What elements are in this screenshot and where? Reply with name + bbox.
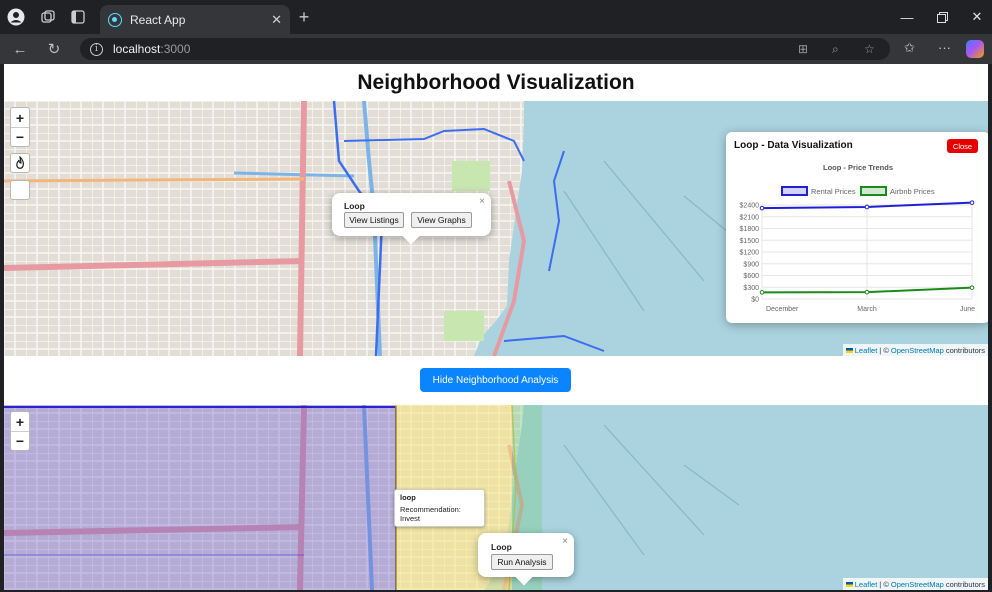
analysis-popup-close-icon[interactable]: × [562, 536, 568, 547]
restore-icon[interactable] [930, 6, 954, 28]
data-point [759, 290, 765, 295]
reload-icon[interactable]: ↻ [44, 39, 64, 59]
analysis-zoom-control: + − [10, 411, 30, 451]
data-point [759, 205, 765, 211]
map-popup: × Loop View Listings View Graphs [332, 193, 491, 245]
profile-icon[interactable] [6, 7, 26, 27]
leaflet-link[interactable]: Leaflet [855, 346, 878, 355]
data-point [864, 289, 870, 295]
view-listings-button[interactable]: View Listings [344, 212, 404, 228]
analysis-zoom-in-button[interactable]: + [11, 412, 29, 431]
layer-control[interactable] [10, 180, 30, 200]
popup-close-icon[interactable]: × [479, 196, 485, 207]
analysis-map-attribution: Leaflet | © OpenStreetMap contributors [842, 578, 988, 590]
tab-react-app[interactable]: React App ✕ [100, 5, 290, 34]
tooltip-recommendation: Recommendation: Invest [400, 505, 461, 523]
heatmap-toggle[interactable] [10, 153, 30, 173]
ukraine-flag-icon [845, 581, 853, 587]
y-tick-label: $1500 [740, 238, 760, 245]
ukraine-flag-icon [845, 347, 853, 353]
y-tick-label: $0 [751, 297, 759, 304]
osm-link[interactable]: OpenStreetMap [891, 580, 944, 589]
chart-title: Loop - Price Trends [823, 163, 893, 172]
zoom-control: + − [10, 107, 30, 147]
react-icon [108, 12, 122, 27]
attribution-contributors: contributors [945, 345, 985, 355]
analysis-popup-title: Loop [491, 542, 512, 552]
zoom-in-button[interactable]: + [11, 108, 29, 127]
run-analysis-button[interactable]: Run Analysis [491, 554, 553, 570]
analysis-zoom-out-button[interactable]: − [11, 431, 29, 450]
browser-titlebar: React App ✕ + — ✕ [0, 0, 992, 34]
x-tick-label: June [960, 306, 975, 313]
app-available-icon[interactable]: ⊞ [798, 42, 808, 56]
legend-label-1: Airbnb Prices [890, 187, 935, 196]
leaflet-link[interactable]: Leaflet [855, 580, 878, 589]
browser-toolbar: ← ↻ i localhost :3000 ⊞ ⌕ ☆ ✩ ··· [0, 34, 992, 64]
y-tick-label: $1200 [740, 250, 760, 257]
address-bar[interactable]: i localhost :3000 ⊞ ⌕ ☆ [80, 38, 890, 60]
neighborhood-tooltip: loop Recommendation: Invest [394, 489, 485, 527]
tooltip-name: loop [400, 493, 416, 502]
popup-title: Loop [344, 201, 365, 211]
osm-link[interactable]: OpenStreetMap [891, 346, 944, 355]
back-icon[interactable]: ← [10, 39, 30, 59]
minimize-icon[interactable]: — [895, 6, 919, 28]
legend-label-0: Rental Prices [811, 187, 856, 196]
copilot-icon[interactable] [966, 40, 984, 58]
url-port: :3000 [160, 42, 191, 56]
attribution-separator: | © [879, 345, 889, 355]
data-point [969, 285, 975, 290]
zoom-icon[interactable]: ⌕ [832, 42, 839, 57]
more-menu-icon[interactable]: ··· [938, 40, 951, 55]
y-tick-label: $600 [743, 273, 759, 280]
y-tick-label: $1800 [740, 226, 760, 233]
close-window-icon[interactable]: ✕ [965, 6, 989, 28]
map-attribution: Leaflet | © OpenStreetMap contributors [842, 344, 988, 356]
view-graphs-button[interactable]: View Graphs [411, 212, 472, 228]
workspaces-icon[interactable] [38, 7, 58, 27]
page-title: Neighborhood Visualization [357, 71, 635, 94]
x-tick-label: December [766, 306, 799, 313]
info-icon[interactable]: i [90, 42, 103, 56]
url-host: localhost [113, 42, 161, 56]
page-header: Neighborhood Visualization [4, 64, 988, 101]
analysis-popup: × Loop Run Analysis [478, 533, 574, 586]
analysis-map[interactable]: + − loop Recommendation: Invest × Loop R… [4, 405, 988, 590]
app-page: Neighborhood Visualization + − × Loop Vi… [4, 64, 988, 590]
attribution-contributors: contributors [945, 579, 985, 589]
y-tick-label: $2400 [740, 203, 760, 210]
tab-title: React App [130, 12, 186, 27]
data-point [969, 200, 975, 205]
hide-analysis-button[interactable]: Hide Neighborhood Analysis [420, 368, 571, 392]
y-tick-label: $2100 [740, 214, 760, 221]
favorites-icon[interactable]: ✩ [904, 40, 915, 56]
legend-swatch-1 [860, 186, 887, 196]
zoom-out-button[interactable]: − [11, 127, 29, 146]
flame-icon [16, 156, 24, 169]
data-visualization-panel: Loop - Data Visualization Close Loop - P… [726, 132, 988, 323]
new-tab-icon[interactable]: + [294, 7, 314, 27]
price-trends-chart: Loop - Price Trends Rental Prices Airbnb P… [740, 163, 976, 313]
legend-swatch-0 [781, 186, 808, 196]
tab-actions-icon[interactable] [68, 7, 88, 27]
y-tick-label: $900 [743, 261, 759, 268]
attribution-separator: | © [879, 579, 889, 589]
y-tick-label: $300 [743, 285, 759, 292]
x-tick-label: March [857, 306, 877, 313]
tab-close-icon[interactable]: ✕ [271, 12, 282, 28]
data-point [864, 204, 870, 210]
favorite-star-icon[interactable]: ☆ [864, 42, 875, 56]
